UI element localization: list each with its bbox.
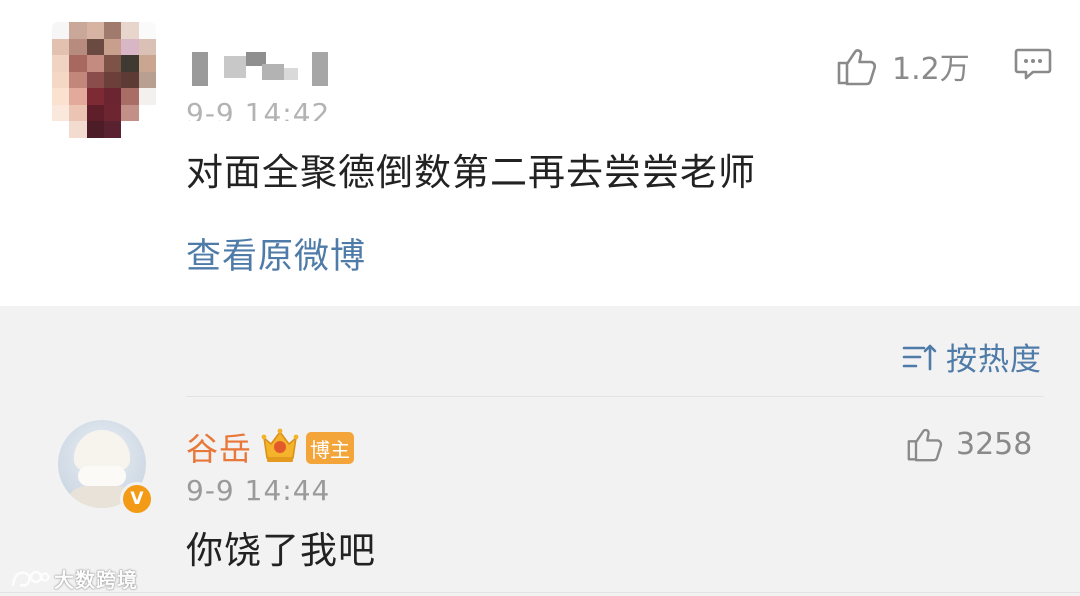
author-name[interactable]: 谷岳 (186, 424, 252, 470)
commenter-avatar-blurred[interactable] (52, 22, 156, 138)
sort-label: 按热度 (946, 342, 1042, 378)
blogger-badge: 博主 (306, 432, 354, 464)
watermark: 大数跨境 (10, 564, 138, 593)
like-button[interactable]: 1.2万 (836, 44, 970, 88)
comment-reply-icon[interactable] (1014, 46, 1052, 82)
crown-vip-icon (261, 428, 299, 462)
thumbs-up-icon (907, 428, 943, 462)
comment-text: 对面全聚德倒数第二再去尝尝老师 (186, 151, 756, 194)
view-original-weibo-link[interactable]: 查看原微博 (186, 228, 366, 279)
like-count: 1.2万 (892, 52, 970, 87)
commenter-name-blurred[interactable] (186, 46, 336, 88)
comment-timestamp: 9-9 14:42 (186, 97, 331, 121)
reply-like-button[interactable]: 3258 (906, 426, 1032, 462)
reply-text: 你饶了我吧 (186, 529, 376, 572)
verified-badge-icon: V (120, 482, 154, 516)
sort-icon (902, 344, 937, 370)
reply-like-count: 3258 (956, 426, 1033, 462)
thumbs-up-icon (837, 49, 877, 86)
watermark-logo-icon (11, 570, 50, 587)
divider (0, 592, 1080, 593)
reply-timestamp: 9-9 14:44 (186, 474, 331, 507)
divider (186, 396, 1044, 397)
sort-by-popularity-button[interactable]: 按热度 (902, 334, 1042, 379)
watermark-text: 大数跨境 (54, 568, 138, 592)
